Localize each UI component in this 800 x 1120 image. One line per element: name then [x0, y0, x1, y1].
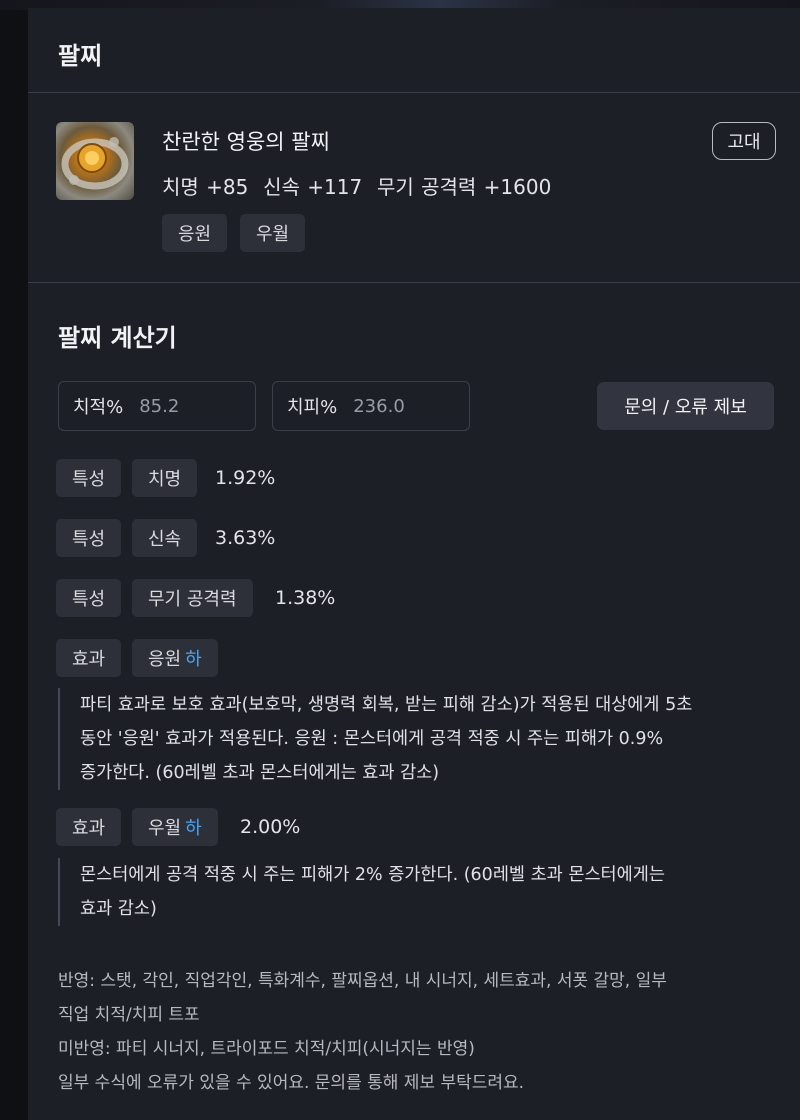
stat-label: 무기 공격력	[376, 175, 477, 199]
crit-rate-value[interactable]: 85.2	[139, 396, 179, 417]
crit-damage-field[interactable]: 치피% 236.0	[272, 381, 470, 431]
desc-line: 몬스터에게 공격 적중 시 주는 피해가 2% 증가한다. (60레벨 초과 몬…	[80, 865, 665, 885]
trait-name-chip: 신속	[132, 519, 198, 557]
item-tag: 응원	[162, 214, 228, 252]
trait-name-chip: 치명	[132, 459, 198, 497]
trait-value: 1.92%	[215, 467, 276, 489]
trait-value: 1.38%	[275, 587, 336, 609]
bracelet-icon	[56, 122, 134, 200]
item-name: 찬란한 영웅의 팔찌	[162, 130, 330, 154]
stat-label: 신속	[263, 175, 300, 199]
divider	[28, 282, 800, 283]
effect-name-chip: 우월 하	[132, 808, 218, 846]
effect-grade: 하	[185, 649, 202, 670]
note-line: 직업 치적/치피 트포	[58, 1005, 200, 1025]
note-line: 미반영: 파티 시너지, 트라이포드 치적/치피(시너지는 반영)	[58, 1039, 475, 1059]
calculator-title: 팔찌 계산기	[58, 324, 177, 352]
desc-line: 효과 감소)	[80, 899, 157, 919]
stat-label: 치명	[162, 175, 199, 199]
trait-value: 3.63%	[215, 527, 276, 549]
effect-description: 몬스터에게 공격 적중 시 주는 피해가 2% 증가한다. (60레벨 초과 몬…	[58, 858, 665, 926]
report-button[interactable]: 문의 / 오류 제보	[597, 382, 774, 430]
panel-title: 팔찌	[58, 42, 103, 70]
grade-badge: 고대	[712, 122, 776, 160]
note-line: 일부 수식에 오류가 있을 수 있어요. 문의를 통해 제보 부탁드려요.	[58, 1073, 525, 1093]
item-tag: 우월	[240, 214, 306, 252]
trait-name-chip: 무기 공격력	[132, 579, 253, 617]
effect-name: 우월	[148, 818, 182, 839]
stat-value: +85	[206, 175, 249, 199]
bracelet-panel: 팔찌 찬란한 영웅의 팔찌 치명 +85 신속 +117 무기 공격력 +160…	[28, 8, 800, 1120]
footer-notes: 반영: 스탯, 각인, 직업각인, 특화계수, 팔찌옵션, 내 시너지, 세트효…	[58, 964, 667, 1100]
desc-line: 파티 효과로 보호 효과(보호막, 생명력 회복, 받는 피해 감소)가 적용된…	[80, 695, 693, 715]
effect-grade: 하	[185, 818, 202, 839]
trait-type-chip: 특성	[56, 459, 122, 497]
crit-rate-label: 치적%	[73, 397, 124, 418]
trait-type-chip: 특성	[56, 579, 122, 617]
stat-value: +1600	[483, 175, 552, 199]
effect-value: 2.00%	[240, 816, 301, 838]
crit-damage-label: 치피%	[287, 397, 338, 418]
effect-type-chip: 효과	[56, 808, 122, 846]
effect-name-chip: 응원 하	[132, 639, 218, 677]
effect-type-chip: 효과	[56, 639, 122, 677]
stat-value: +117	[307, 175, 363, 199]
effect-description: 파티 효과로 보호 효과(보호막, 생명력 회복, 받는 피해 감소)가 적용된…	[58, 688, 692, 790]
divider	[28, 92, 800, 93]
desc-line: 증가한다. (60레벨 초과 몬스터에게는 효과 감소)	[80, 763, 440, 783]
crit-damage-value[interactable]: 236.0	[353, 396, 405, 417]
item-stats: 치명 +85 신속 +117 무기 공격력 +1600	[162, 171, 551, 200]
desc-line: 동안 '응원' 효과가 적용된다. 응원 : 몬스터에게 공격 적중 시 주는 …	[80, 729, 664, 749]
note-line: 반영: 스탯, 각인, 직업각인, 특화계수, 팔찌옵션, 내 시너지, 세트효…	[58, 971, 667, 991]
effect-name: 응원	[148, 649, 182, 670]
trait-type-chip: 특성	[56, 519, 122, 557]
crit-rate-field[interactable]: 치적% 85.2	[58, 381, 256, 431]
